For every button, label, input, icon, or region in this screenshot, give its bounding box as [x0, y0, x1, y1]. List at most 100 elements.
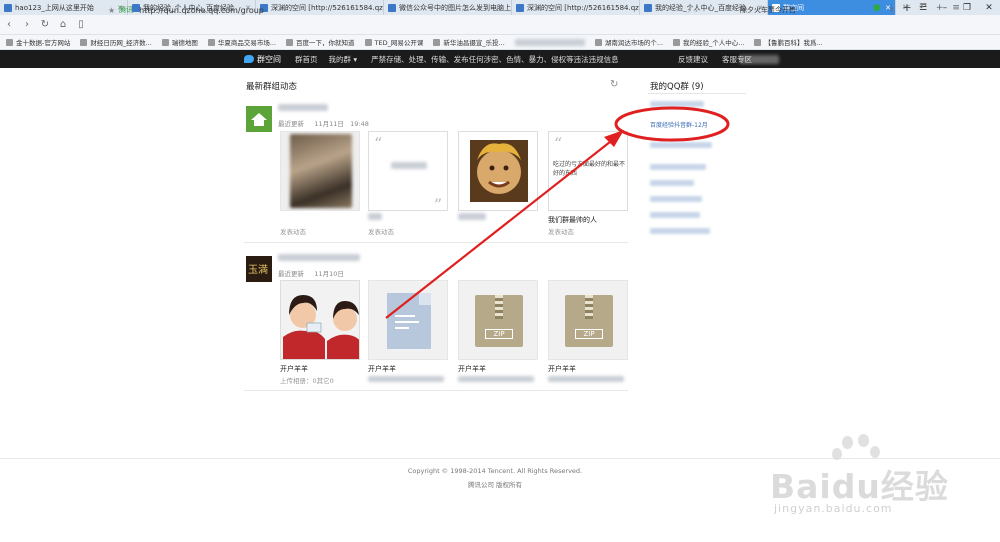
bookmark-item[interactable]: 湖南润达市场的个... — [594, 37, 663, 47]
card-sub-redacted — [548, 376, 624, 382]
sidebar-group-item[interactable] — [650, 228, 710, 234]
search-input[interactable]: 除夕火车票今开售 — [736, 3, 830, 17]
nav-my-groups[interactable]: 我的群 ▾ — [329, 54, 358, 65]
group-meta: 最近更新 11月11日 19:48 — [278, 120, 369, 128]
home-icon[interactable]: ⌂ — [54, 19, 72, 30]
section-title: 最新群组动态 — [246, 82, 298, 92]
feed-card-quote[interactable]: “ ” — [368, 131, 448, 211]
paw-toe — [858, 434, 869, 447]
nav-feedback[interactable]: 反馈建议 — [678, 54, 708, 65]
card-sub: 发表动态 — [280, 228, 306, 236]
card-caption[interactable]: 开户羊羊 — [458, 364, 486, 374]
chat-bubble-icon — [244, 55, 254, 63]
feed-card-avatar[interactable] — [458, 131, 538, 211]
bookmark-item[interactable]: TED_网易公开课 — [364, 37, 423, 47]
sidebar-group-item[interactable] — [650, 180, 694, 186]
card-caption[interactable]: 开户羊羊 — [368, 364, 396, 374]
redacted-bookmark — [514, 38, 585, 46]
feed-divider — [244, 242, 628, 243]
group-name[interactable] — [278, 104, 328, 111]
card-caption-redacted — [458, 213, 486, 220]
bookmark-item[interactable]: 财经日历网_经济数... — [80, 37, 152, 47]
group-house-icon — [251, 113, 267, 126]
card-caption[interactable]: 我们群最帅的人 — [548, 215, 597, 225]
svg-text:玉満: 玉満 — [248, 264, 268, 276]
group-avatar[interactable]: 玉満 — [246, 256, 272, 282]
chat-icon[interactable]: ● — [873, 3, 881, 13]
url-text: http://qun.qzone.qq.com/group — [139, 5, 264, 15]
bookmark-item[interactable]: 新华油昌摄宣_乐投... — [433, 37, 505, 47]
site-navbar: 群空间 群首页 我的群 ▾ 严禁存储、处理、传输、发布任何涉密、色情、暴力、侵权… — [0, 50, 1000, 68]
feed-card-zip[interactable]: ZIP — [548, 280, 628, 360]
reload-icon[interactable]: ↻ — [36, 19, 54, 30]
feed-card-text[interactable]: “ 吃过的亏方面最好的和最不好的东西 — [548, 131, 628, 211]
refresh-icon[interactable]: ↻ — [610, 79, 618, 90]
blurred-photo — [290, 134, 352, 208]
sidebar-group-item[interactable] — [650, 142, 712, 148]
reader-icon[interactable]: ▯ — [72, 19, 90, 30]
bookmark-item[interactable]: 瑞德地图 — [161, 37, 198, 47]
nav-home[interactable]: 群首页 — [295, 54, 318, 65]
group-meta: 最近更新 11月10日 — [278, 270, 344, 278]
bookmark-star-icon[interactable]: ★ — [108, 6, 115, 15]
group-feed: 最新群组动态 ↻ 最近更新 11月11日 19:48 “ ” “ 吃过的亏方面最… — [244, 68, 634, 398]
sidebar-group-item[interactable] — [650, 164, 706, 170]
menu-grid-icon[interactable]: ≡ — [952, 3, 960, 13]
card-sub-redacted — [368, 376, 444, 382]
feed-card-photo[interactable] — [280, 131, 360, 211]
qun-logo[interactable]: 群空间 — [244, 54, 281, 65]
bookmark-favicon-icon — [433, 38, 441, 46]
bookmark-item[interactable]: 我的经验_个人中心... — [673, 37, 744, 47]
card-caption[interactable]: 开户羊羊 — [280, 364, 308, 374]
doc-line — [395, 315, 415, 317]
card-caption-redacted — [368, 213, 382, 220]
bookmark-favicon-icon — [364, 38, 372, 46]
compliance-notice: 严禁存储、处理、传输、发布任何涉密、色情、暴力、侵权等违法违规信息 — [371, 54, 619, 64]
doc-line — [395, 321, 419, 323]
feed-divider — [244, 390, 628, 391]
quote-close-icon: ” — [433, 195, 442, 211]
zip-label: ZIP — [575, 329, 603, 339]
quote-open-icon: “ — [554, 134, 563, 153]
paw-toe — [842, 436, 853, 449]
bookmark-item[interactable]: 【鲁鹏百科】我爲... — [754, 37, 823, 47]
sidebar-title: 我的QQ群 (9) — [650, 82, 704, 92]
play-icon[interactable]: ▶ — [857, 3, 864, 13]
bookmark-item[interactable]: 金十数据-官方网站 — [6, 37, 70, 47]
calligraphy-logo-icon: 玉満 — [248, 264, 268, 276]
bookmark-favicon-icon — [80, 38, 88, 46]
scissors-icon[interactable]: ✂ — [903, 3, 911, 13]
two-women-photo-icon — [281, 281, 359, 359]
sidebar-group-highlighted[interactable]: 百度经验抖音群-12月 — [650, 120, 708, 129]
document-icon — [387, 293, 431, 349]
phone-icon[interactable]: ▯ — [843, 3, 848, 13]
download-icon[interactable]: ⤓ — [890, 3, 894, 13]
bookmark-item[interactable]: 百度一下，你就知道 — [286, 37, 355, 47]
zip-file-icon: ZIP — [475, 295, 523, 347]
url-field[interactable]: ★ 腾讯 http://qun.qzone.qq.com/group ⚡ › — [108, 3, 698, 17]
feed-card-photo[interactable] — [280, 280, 360, 360]
sidebar-group-item[interactable] — [650, 196, 702, 202]
sidebar-group-item[interactable] — [650, 212, 700, 218]
close-window-icon[interactable]: ✕ — [978, 3, 1000, 13]
bookmark-favicon-icon — [161, 38, 169, 46]
group-avatar[interactable] — [246, 106, 272, 132]
bookmark-favicon-icon — [673, 38, 681, 46]
nav-support[interactable]: 客服专区 — [722, 54, 752, 65]
watermark-brand: Baidu经验 — [770, 467, 949, 506]
sidebar-group-item[interactable] — [650, 101, 704, 107]
add-icon[interactable]: + — [936, 3, 944, 13]
back-icon[interactable]: ‹ — [0, 19, 18, 30]
lightning-icon[interactable]: ⚡ › — [687, 6, 698, 15]
card-caption[interactable]: 开户羊羊 — [548, 364, 576, 374]
watermark-domain: jingyan.baidu.com — [774, 502, 893, 515]
feed-card-zip[interactable]: ZIP — [458, 280, 538, 360]
toolbar-icons: ▯ ▶ ● ⤓ ✂ ↶ + ≡ — [843, 3, 960, 13]
bookmark-item[interactable]: 华夏商品交易市场... — [207, 37, 276, 47]
group-name[interactable] — [278, 254, 360, 261]
secure-label: 腾讯 — [119, 6, 134, 14]
forward-icon[interactable]: › — [18, 19, 36, 30]
undo-icon[interactable]: ↶ — [919, 3, 927, 13]
feed-card-document[interactable] — [368, 280, 448, 360]
quote-open-icon: “ — [374, 134, 383, 153]
